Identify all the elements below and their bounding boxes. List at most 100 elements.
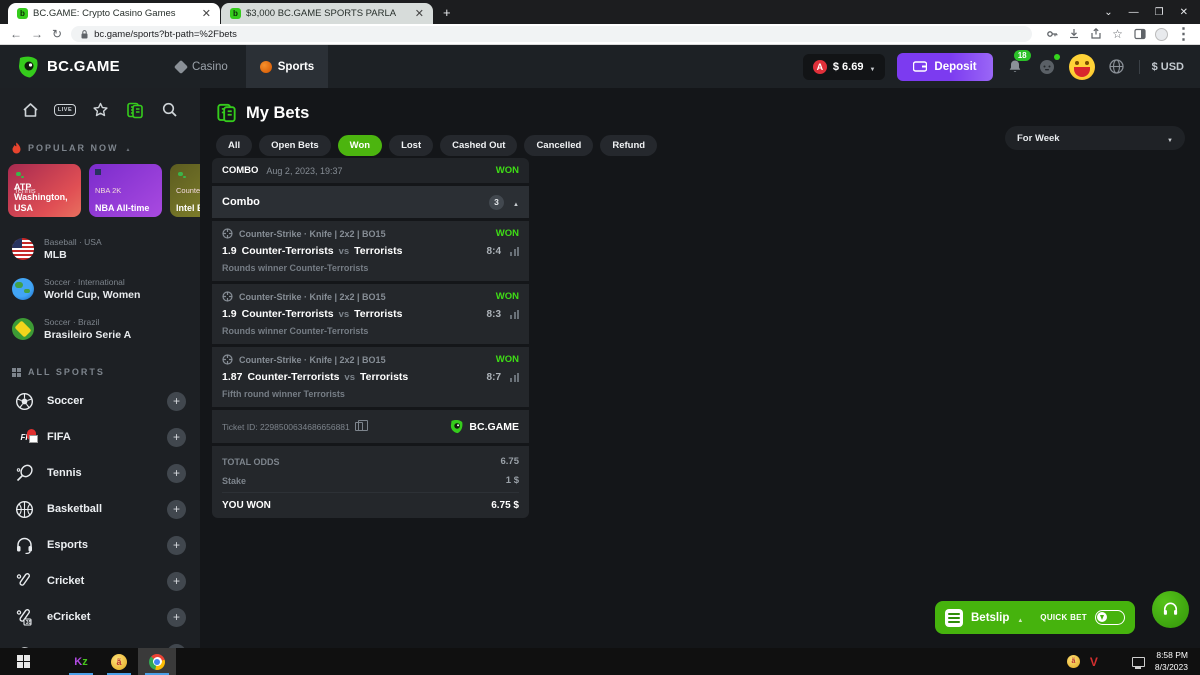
notifications-button[interactable]: 18 [1005, 57, 1025, 77]
filter-refund[interactable]: Refund [600, 135, 657, 156]
bet-leg: Counter-Strike · Knife | 2x2 | BO15 WON … [212, 347, 529, 407]
window-menu-icon[interactable]: ⌄ [1104, 7, 1112, 18]
add-tennis-button[interactable]: + [167, 464, 186, 483]
header-right: A $ 6.69 Deposit 18 $ USD [803, 53, 1184, 81]
deposit-button[interactable]: Deposit [897, 53, 992, 81]
tab-close-icon[interactable]: ✕ [415, 7, 424, 20]
language-button[interactable] [1107, 57, 1127, 77]
tray-coin-icon[interactable]: ã [1067, 655, 1080, 668]
password-key-icon[interactable] [1045, 28, 1058, 41]
popular-now-header[interactable]: POPULAR NOW [0, 128, 200, 160]
add-fifa-button[interactable]: + [167, 428, 186, 447]
sidebar-item-american-football[interactable]: American Football + [0, 635, 200, 648]
chat-button[interactable] [1037, 57, 1057, 77]
betslip-bar[interactable]: Betslip QUICK BET [935, 601, 1135, 634]
share-icon[interactable] [1089, 28, 1102, 41]
period-dropdown[interactable]: For Week [1005, 126, 1185, 150]
sidebar-item-tennis[interactable]: Tennis + [0, 455, 200, 491]
filter-all[interactable]: All [216, 135, 252, 156]
balance-selector[interactable]: A $ 6.69 [803, 54, 886, 80]
popular-card-nba2k[interactable]: NBA 2K NBA All-time [89, 164, 162, 217]
favorites-star-icon[interactable] [90, 100, 110, 120]
sidebar-item-esports[interactable]: Esports + [0, 527, 200, 563]
add-basketball-button[interactable]: + [167, 500, 186, 519]
url-bar[interactable]: bc.game/sports?bt-path=%2Fbets [71, 26, 1032, 42]
ticket-id: Ticket ID: 2298500634686656881 [222, 422, 350, 432]
filter-cashed-out[interactable]: Cashed Out [440, 135, 517, 156]
sidebar-item-ecricket[interactable]: 35 eCricket + [0, 599, 200, 635]
user-avatar[interactable] [1069, 54, 1095, 80]
browser-tab-active[interactable]: b BC.GAME: Crypto Casino Games ✕ [8, 3, 220, 24]
sidebar: LIVE POPULAR NOW Tennis ATP Washington, … [0, 88, 200, 648]
nav-casino[interactable]: Casino [162, 45, 242, 88]
support-chat-button[interactable] [1152, 591, 1189, 628]
clock[interactable]: 8:58 PM 8/3/2023 [1155, 650, 1188, 672]
currency-selector[interactable]: $ USD [1152, 61, 1184, 73]
stats-icon[interactable] [510, 247, 519, 256]
browser-tab-inactive[interactable]: b $3,000 BC.GAME SPORTS PARLA ✕ [221, 3, 433, 24]
add-cricket-button[interactable]: + [167, 572, 186, 591]
popular-card-tennis[interactable]: Tennis ATP Washington, USA [8, 164, 81, 217]
filter-lost[interactable]: Lost [389, 135, 433, 156]
sidebar-item-basketball[interactable]: Basketball + [0, 491, 200, 527]
avax-coin-icon: A [813, 60, 827, 74]
sidebar-item-fifa[interactable]: FI FIFA + [0, 419, 200, 455]
new-tab-button[interactable]: + [443, 5, 451, 20]
filter-open-bets[interactable]: Open Bets [259, 135, 331, 156]
quick-bet-toggle[interactable] [1095, 610, 1125, 625]
caret-down-icon [869, 58, 875, 76]
download-icon[interactable] [1067, 28, 1080, 41]
back-icon[interactable]: ← [10, 28, 22, 40]
bookmark-star-icon[interactable]: ☆ [1111, 28, 1124, 41]
nav-sports[interactable]: Sports [246, 45, 328, 88]
close-window-icon[interactable]: ✕ [1180, 7, 1188, 18]
bell-icon [1008, 59, 1022, 74]
copy-icon[interactable] [355, 422, 363, 431]
search-icon[interactable] [160, 100, 180, 120]
network-icon[interactable] [1132, 657, 1145, 667]
live-icon[interactable]: LIVE [55, 100, 75, 120]
bcgame-logo[interactable]: BC.GAME [16, 55, 120, 79]
vs-label: vs [344, 372, 355, 383]
popular-event-brasileiro[interactable]: Soccer · Brazil Brasileiro Serie A [0, 309, 200, 349]
reload-icon[interactable]: ↻ [52, 28, 62, 40]
stats-icon[interactable] [510, 310, 519, 319]
start-button[interactable] [4, 648, 42, 675]
filter-won[interactable]: Won [338, 135, 382, 156]
add-esports-button[interactable]: + [167, 536, 186, 555]
filter-cancelled[interactable]: Cancelled [524, 135, 593, 156]
you-won-label: YOU WON [222, 500, 271, 511]
vs-label: vs [339, 309, 350, 320]
sidebar-item-soccer[interactable]: Soccer + [0, 383, 200, 419]
home-icon[interactable] [20, 100, 40, 120]
browser-profile-avatar[interactable] [1155, 28, 1168, 41]
side-panel-icon[interactable] [1133, 28, 1146, 41]
tray-red-icon[interactable]: V [1090, 655, 1098, 669]
popular-card-csgo[interactable]: Counte Intel E Maste [170, 164, 200, 217]
restore-icon[interactable]: ❐ [1155, 7, 1164, 18]
all-sports-header: ALL SPORTS [0, 349, 200, 383]
combo-label: Combo [222, 196, 480, 208]
bcgame-favicon: b [17, 8, 28, 19]
taskbar-app-kz[interactable]: Kz [62, 648, 100, 675]
sidebar-item-cricket[interactable]: Cricket + [0, 563, 200, 599]
tab-close-icon[interactable]: ✕ [202, 7, 211, 20]
event-name: MLB [44, 249, 102, 261]
away-team: Terrorists [360, 371, 408, 383]
my-bets-icon[interactable] [125, 100, 145, 120]
leg-market: Rounds winner Counter-Terrorists [222, 326, 519, 336]
minimize-icon[interactable]: — [1129, 7, 1139, 18]
browser-menu-icon[interactable]: ⋮ [1177, 28, 1190, 41]
taskbar-app-coin[interactable]: ã [100, 648, 138, 675]
forward-icon[interactable]: → [31, 28, 43, 40]
taskbar-app-chrome[interactable] [138, 648, 176, 675]
combo-toggle-row[interactable]: Combo 3 [212, 186, 529, 218]
diamond-icon [174, 59, 188, 73]
add-ecricket-button[interactable]: + [167, 608, 186, 627]
add-soccer-button[interactable]: + [167, 392, 186, 411]
home-team: Counter-Terrorists [242, 308, 334, 320]
popular-event-worldcup[interactable]: Soccer · International World Cup, Women [0, 269, 200, 309]
stats-icon[interactable] [510, 373, 519, 382]
bet-leg: Counter-Strike · Knife | 2x2 | BO15 WON … [212, 221, 529, 281]
popular-event-mlb[interactable]: Baseball · USA MLB [0, 229, 200, 269]
